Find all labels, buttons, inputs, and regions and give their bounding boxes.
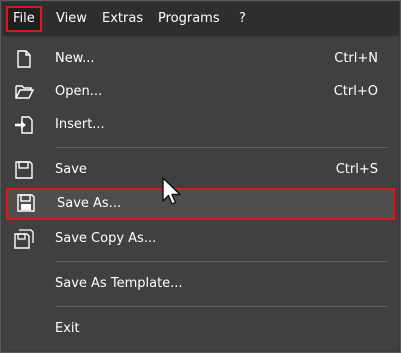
menu-programs[interactable]: Programs — [158, 2, 220, 36]
menu-item-label: Exit — [55, 321, 80, 336]
menu-item-save-as-template[interactable]: Save As Template... — [2, 269, 399, 299]
menu-item-label: Save Copy As... — [55, 231, 157, 246]
menu-item-new[interactable]: New... Ctrl+N — [2, 44, 399, 74]
menu-item-label: Save As Template... — [55, 276, 183, 291]
menu-item-open[interactable]: Open... Ctrl+O — [2, 77, 399, 107]
open-folder-icon — [14, 82, 35, 102]
menu-help[interactable]: ? — [239, 2, 246, 36]
menu-item-label: New... — [55, 51, 95, 66]
menu-item-label: Save As... — [57, 196, 122, 211]
shortcut-label: Ctrl+N — [334, 51, 378, 66]
menu-file[interactable]: File — [6, 6, 42, 32]
menu-extras[interactable]: Extras — [102, 2, 143, 36]
menu-item-save-as[interactable]: Save As... — [6, 188, 395, 220]
menu-item-save-copy-as[interactable]: Save Copy As... — [2, 224, 399, 254]
new-document-icon — [14, 49, 34, 69]
application-window: File View Extras Programs ? New... Ctrl+… — [0, 0, 401, 353]
save-copy-icon — [14, 229, 34, 249]
menu-item-label: Save — [55, 162, 87, 177]
menu-separator — [55, 306, 388, 307]
menu-item-label: Insert... — [55, 117, 105, 132]
mouse-cursor-icon — [161, 177, 183, 207]
menu-separator — [55, 147, 388, 148]
file-menu-dropdown: New... Ctrl+N Open... Ctrl+O Insert... S… — [2, 37, 399, 351]
shortcut-label: Ctrl+O — [333, 84, 378, 99]
menu-view[interactable]: View — [56, 2, 87, 36]
shortcut-label: Ctrl+S — [335, 162, 378, 177]
insert-icon — [14, 115, 34, 135]
menu-bar: File View Extras Programs ? — [2, 2, 399, 36]
menu-item-exit[interactable]: Exit — [2, 314, 399, 344]
menu-separator — [55, 261, 388, 262]
save-icon — [14, 160, 34, 180]
menu-item-insert[interactable]: Insert... — [2, 110, 399, 140]
save-as-icon — [16, 193, 36, 213]
menu-item-label: Open... — [55, 84, 103, 99]
menu-item-save[interactable]: Save Ctrl+S — [2, 155, 399, 185]
